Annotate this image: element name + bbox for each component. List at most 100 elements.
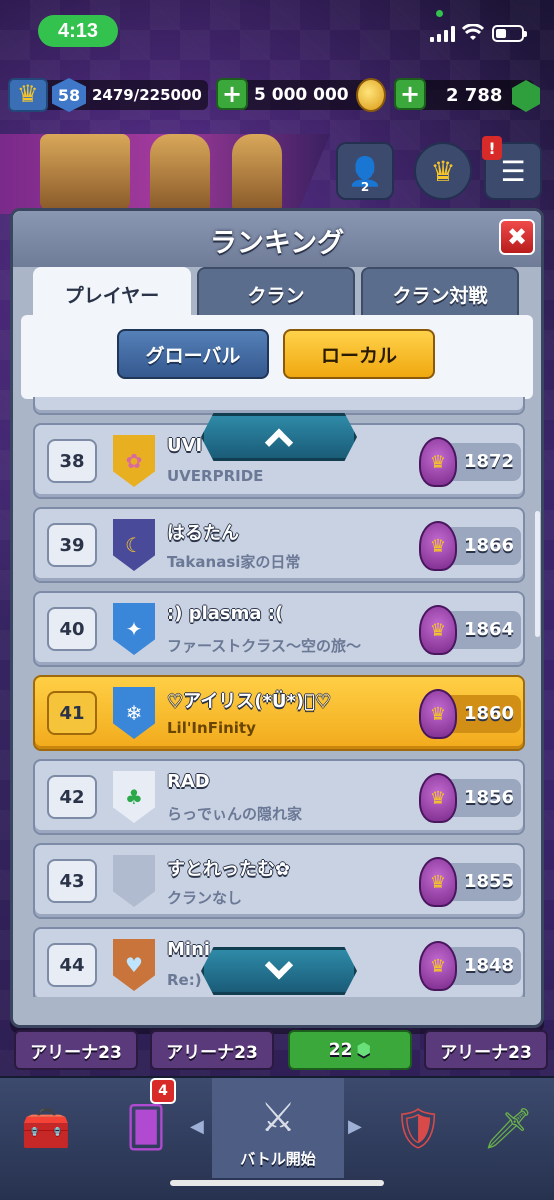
tab-clan-wars[interactable]: クラン対戦 xyxy=(361,267,519,319)
clover-icon: ♣ xyxy=(113,771,155,823)
global-filter-button[interactable]: グローバル xyxy=(117,329,269,379)
status-time: 4:13 xyxy=(38,15,118,47)
clan-name: Lil'InFinity xyxy=(167,719,256,737)
player-name: RAD xyxy=(167,771,210,792)
trophy-crown-icon: ♛ xyxy=(419,689,457,739)
rank-number: 42 xyxy=(47,775,97,819)
arena-button[interactable]: アリーナ23 xyxy=(150,1030,274,1070)
treasure-chest-icon: 🧰 xyxy=(21,1105,71,1152)
table-row[interactable] xyxy=(33,397,525,415)
trophy-value: 1872 xyxy=(463,451,515,472)
add-gems-button[interactable]: + xyxy=(394,78,426,110)
rank-number: 40 xyxy=(47,607,97,651)
friends-button[interactable]: 👤 2 xyxy=(336,142,394,200)
tab-clans[interactable]: クラン xyxy=(197,267,355,319)
modal-title-bar: ランキング ✖ xyxy=(13,211,541,267)
player-name: ♡アイリス(*Ü*)ﾞ♡ xyxy=(167,691,332,712)
rank-number: 43 xyxy=(47,859,97,903)
crown-icon: ♛ xyxy=(430,154,456,188)
trophy-crown-icon: ♛ xyxy=(419,521,457,571)
scroll-up-button[interactable] xyxy=(201,413,357,461)
wifi-icon xyxy=(462,24,484,40)
close-icon: ✖ xyxy=(506,223,528,251)
rank-number: 38 xyxy=(47,439,97,483)
trophy-crown-icon: ♛ xyxy=(419,857,457,907)
friends-count: 2 xyxy=(360,180,370,194)
player-name: :) plasma :( xyxy=(167,603,284,624)
clan-crown-button[interactable]: ♛ xyxy=(414,142,472,200)
hero-statue xyxy=(150,134,210,210)
add-gold-button[interactable]: + xyxy=(216,78,248,110)
laurel-sword-icon: 🗡 xyxy=(482,1105,534,1152)
nav-shop[interactable]: 🧰 xyxy=(0,1078,92,1178)
table-row-current-player[interactable]: 41 ❄ ♡アイリス(*Ü*)ﾞ♡ Lil'InFinity ♛ 1860 xyxy=(33,675,525,751)
menu-icon: ☰ xyxy=(500,154,526,188)
player-name: はるたん xyxy=(167,523,239,544)
privacy-indicator-dot xyxy=(436,10,443,17)
arena-button[interactable]: アリーナ23 xyxy=(424,1030,548,1070)
status-bar: 4:13 xyxy=(0,0,554,60)
table-row[interactable]: 40 ✦ :) plasma :( ファーストクラス～空の旅～ ♛ 1864 xyxy=(33,591,525,667)
cards-notification-badge: 4 xyxy=(150,1078,176,1104)
nav-left-arrow-icon: ◀ xyxy=(190,1116,204,1137)
arena-current-button[interactable]: 22 ⬢ xyxy=(288,1030,412,1070)
experience-value: 2479/225000 xyxy=(92,86,202,104)
gold-value: 5 000 000 xyxy=(254,85,349,105)
arena-row: アリーナ23 アリーナ23 22 ⬢ アリーナ23 xyxy=(0,1030,554,1074)
ranking-tabs: プレイヤー クラン クラン対戦 xyxy=(33,267,523,319)
home-indicator[interactable] xyxy=(170,1180,384,1186)
moon-icon: ☾ xyxy=(113,519,155,571)
close-button[interactable]: ✖ xyxy=(499,219,535,255)
fist-statue xyxy=(232,134,282,210)
nav-cards[interactable]: 🂠 xyxy=(100,1078,192,1178)
nav-events[interactable]: 🗡 xyxy=(462,1078,554,1178)
gem-icon: ⬢ xyxy=(356,1040,372,1060)
clan-name: ファーストクラス～空の旅～ xyxy=(167,637,361,655)
scroll-down-button[interactable] xyxy=(201,947,357,995)
cellular-signal-icon xyxy=(430,26,455,42)
rank-number: 41 xyxy=(47,691,97,735)
gem-value: 2 788 xyxy=(446,84,503,106)
trophy-crown-icon: ♛ xyxy=(419,605,457,655)
trophy-value: 1848 xyxy=(463,955,515,976)
table-row[interactable]: 43 すとれったむ✿ クランなし ♛ 1855 xyxy=(33,843,525,919)
filter-panel: グローバル ローカル xyxy=(21,315,533,399)
crown-icon xyxy=(8,78,48,112)
tab-players[interactable]: プレイヤー xyxy=(33,267,191,319)
list-scrollbar[interactable] xyxy=(535,511,540,637)
trophy-crown-icon: ♛ xyxy=(419,773,457,823)
trophy-value: 1866 xyxy=(463,535,515,556)
gold-coin-icon xyxy=(356,78,386,112)
sakura-icon: ✿ xyxy=(113,435,155,487)
table-row[interactable]: 39 ☾ はるたん Takanasi家の日常 ♛ 1866 xyxy=(33,507,525,583)
trophy-value: 1860 xyxy=(463,703,515,724)
table-row[interactable]: 42 ♣ RAD らっでぃんの隠れ家 ♛ 1856 xyxy=(33,759,525,835)
chevron-down-icon xyxy=(264,951,294,980)
rank-number: 39 xyxy=(47,523,97,567)
ranking-list[interactable]: 38 ✿ UVI UVERPRIDE ♛ 1872 39 ☾ はるたん Taka… xyxy=(29,397,529,997)
trophy-crown-icon: ♛ xyxy=(419,437,457,487)
arena-button[interactable]: アリーナ23 xyxy=(14,1030,138,1070)
clan-name: クランなし xyxy=(167,889,243,907)
battery-icon xyxy=(492,25,527,42)
arena-header: 👤 2 ♛ ☰ ! xyxy=(0,124,554,214)
cards-icon: 🂠 xyxy=(125,1105,167,1151)
player-name: すとれったむ✿ xyxy=(167,859,291,880)
snowflake-icon: ❄ xyxy=(113,687,155,739)
local-filter-button[interactable]: ローカル xyxy=(283,329,435,379)
chevron-up-icon xyxy=(264,428,294,457)
nav-clan[interactable]: 🛡 xyxy=(372,1078,464,1178)
clan-name: らっでぃんの隠れ家 xyxy=(167,805,303,823)
battle-label: バトル開始 xyxy=(240,1150,316,1168)
trophy-value: 1864 xyxy=(463,619,515,640)
trophy-value: 1856 xyxy=(463,787,515,808)
clan-shield-icon: 🛡 xyxy=(392,1105,444,1152)
modal-title: ランキング xyxy=(209,228,345,259)
ranking-modal: ランキング ✖ プレイヤー クラン クラン対戦 グローバル ローカル 38 ✿ … xyxy=(10,208,544,1028)
heart-icon: ♥ xyxy=(113,939,155,991)
trophy-crown-icon: ♛ xyxy=(419,941,457,991)
clan-name: UVERPRIDE xyxy=(167,467,264,485)
resource-bar: 2479/225000 58 5 000 000 + 2 788 + xyxy=(0,74,554,116)
clan-name: Takanasi家の日常 xyxy=(167,553,301,571)
trophy-value: 1855 xyxy=(463,871,515,892)
